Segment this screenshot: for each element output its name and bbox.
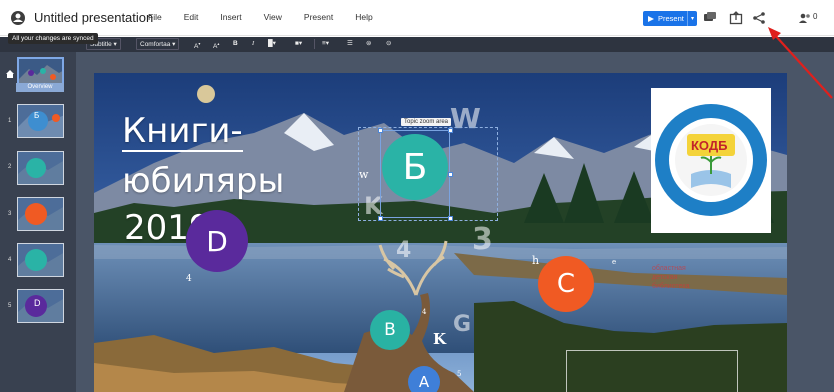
text-w: w <box>359 168 369 181</box>
slide-thumbnail-image <box>18 198 63 230</box>
resize-handle[interactable] <box>448 172 453 177</box>
menu-view[interactable]: View <box>264 12 282 22</box>
list-icon[interactable]: ☰ <box>347 38 353 50</box>
menu-insert[interactable]: Insert <box>220 12 241 22</box>
text-4-right: 4 <box>422 308 427 316</box>
menu-edit[interactable]: Edit <box>184 12 199 22</box>
overview-label: Overview <box>16 83 64 92</box>
library-logo-image <box>655 104 767 216</box>
background-color-icon[interactable]: ■▾ <box>295 38 302 50</box>
sync-tooltip: All your changes are synced <box>8 33 98 44</box>
faded-letter-3: 3 <box>472 222 493 257</box>
slide-thumbnail-label: D <box>34 298 41 308</box>
home-icon[interactable] <box>6 70 14 78</box>
menu-help[interactable]: Help <box>355 12 372 22</box>
app-window: Untitled presentation File Edit Insert V… <box>0 0 834 392</box>
faded-letter-g: G <box>453 312 472 337</box>
logo-ring-text: КАЛУЖСКАЯ ОБЛАСТНАЯ ДЕТСКАЯ БИБЛИОТЕКА <box>671 92 751 102</box>
logo-acronym: КОДБ <box>691 138 728 153</box>
slide-thumbnail-image <box>18 244 63 276</box>
resize-handle[interactable] <box>378 128 383 133</box>
menu-bar: File Edit Insert View Present Help <box>148 12 395 22</box>
present-dropdown-icon[interactable]: ▾ <box>687 11 697 26</box>
library-caption: областная детская библиотека <box>652 264 689 291</box>
indent-icon[interactable]: ⊜ <box>366 38 371 50</box>
topic-circle-v[interactable]: B <box>370 310 410 350</box>
slide-thumbnail-5[interactable]: D <box>17 289 64 323</box>
decrease-font-icon[interactable]: A▾ <box>194 38 200 50</box>
outdent-icon[interactable]: ⊝ <box>386 38 391 50</box>
slide-title-line-2[interactable]: юбиляры <box>122 162 284 200</box>
text-5: 5 <box>457 370 462 378</box>
topic-circle-c[interactable]: C <box>538 256 594 312</box>
collaborator-count: 0 <box>813 12 818 21</box>
menu-present[interactable]: Present <box>304 12 333 22</box>
slide-thumbnail-2[interactable] <box>17 151 64 185</box>
format-toolbar: Subtitle ▾ Comfortaa ▾ A▾ A▴ B I █▾ ■▾ ≡… <box>0 37 834 52</box>
slide-number: 1 <box>8 118 12 124</box>
topic-circle-a[interactable]: A <box>408 366 440 392</box>
resize-handle[interactable] <box>448 216 453 221</box>
app-logo-icon[interactable] <box>10 10 26 26</box>
export-icon[interactable] <box>729 11 743 25</box>
slide-number: 4 <box>8 257 12 263</box>
text-e: e <box>612 258 617 266</box>
slide-thumbnail-image <box>18 290 63 322</box>
library-caption-line-3: библиотека <box>652 283 690 290</box>
bold-icon[interactable]: B <box>233 38 238 50</box>
align-icon[interactable]: ≡▾ <box>322 38 329 50</box>
slide-thumbnail-4[interactable] <box>17 243 64 277</box>
faded-letter-4: 4 <box>396 238 412 263</box>
library-caption-line-1: областная <box>652 265 686 272</box>
empty-topic-frame[interactable] <box>566 350 738 392</box>
menu-file[interactable]: File <box>148 12 162 22</box>
text-k: K <box>433 330 447 348</box>
comments-icon[interactable] <box>703 11 717 25</box>
annotation-arrow <box>768 27 833 99</box>
italic-icon[interactable]: I <box>252 38 254 50</box>
resize-handle[interactable] <box>378 216 383 221</box>
topic-circle-b[interactable]: Б <box>382 134 448 200</box>
resize-handle[interactable] <box>448 128 453 133</box>
slide-thumbnail-1[interactable]: Б <box>17 104 64 138</box>
slide-number: 3 <box>8 211 12 217</box>
increase-font-icon[interactable]: A▴ <box>213 38 219 50</box>
slide-number: 2 <box>8 164 12 170</box>
slide-thumbnail-image <box>18 152 63 184</box>
font-select[interactable]: Comfortaa ▾ <box>136 38 180 50</box>
slide-title-line-1[interactable]: Книги- <box>122 112 243 152</box>
slide-thumbnail-image <box>18 105 63 137</box>
present-label: Present <box>658 14 684 23</box>
top-bar: Untitled presentation File Edit Insert V… <box>0 0 834 36</box>
play-icon <box>648 15 654 22</box>
topic-circle-d[interactable]: D <box>186 210 248 272</box>
slide-thumbnail-3[interactable] <box>17 197 64 231</box>
present-button[interactable]: Present ▾ <box>643 11 697 26</box>
slide-thumbnail-label: Б <box>34 111 40 120</box>
text-4-left: 4 <box>186 274 192 284</box>
library-caption-line-2: детская <box>652 274 678 281</box>
toolbar-divider <box>314 39 315 49</box>
text-h: h <box>532 254 540 267</box>
library-logo-card[interactable]: КОДБ КАЛУЖСКАЯ ОБЛАСТНАЯ ДЕТСКАЯ БИБЛИОТ… <box>651 88 771 233</box>
font-select-value: Comfortaa <box>140 41 171 48</box>
document-title[interactable]: Untitled presentation <box>34 10 153 25</box>
topic-zoom-label: Topic zoom area <box>401 118 452 126</box>
slide-number: 5 <box>8 303 12 309</box>
text-color-icon[interactable]: █▾ <box>268 38 276 50</box>
